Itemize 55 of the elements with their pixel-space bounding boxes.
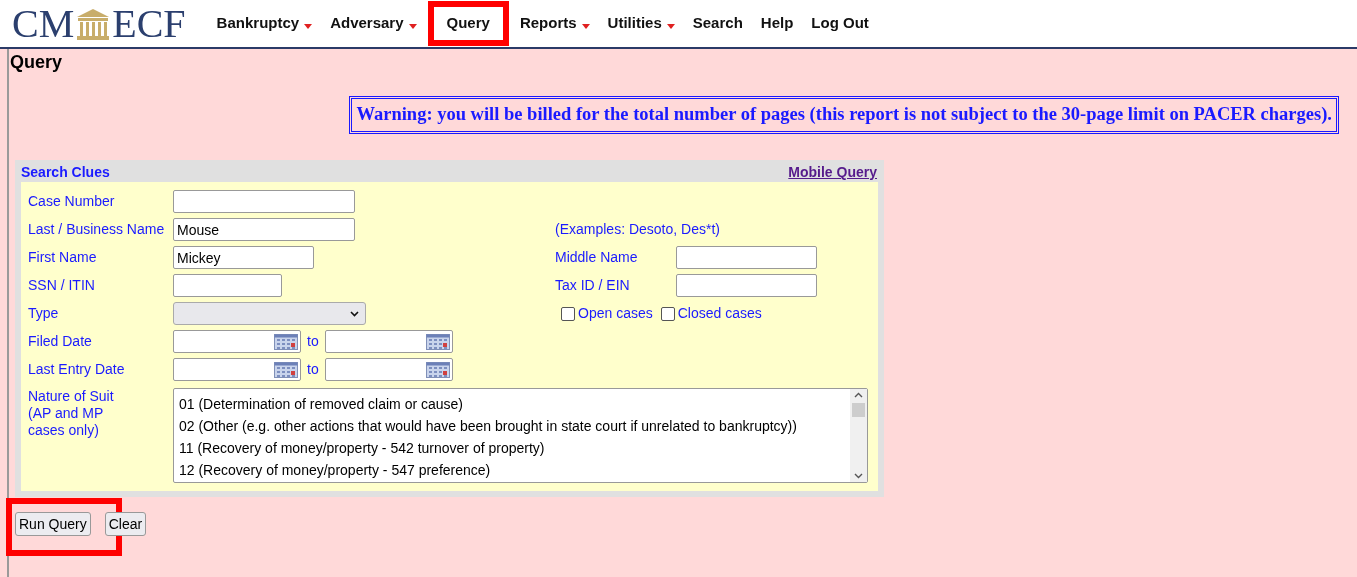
menu-item[interactable]: Bankruptcy	[207, 3, 322, 44]
page-title: Query	[9, 51, 63, 73]
suit-option[interactable]: 11 (Recovery of money/property - 542 turnover of property)	[179, 436, 545, 459]
menu-item[interactable]: Help	[751, 3, 803, 44]
menu-item[interactable]: Query	[429, 3, 507, 44]
type-select[interactable]	[173, 302, 366, 326]
text-field[interactable]: Mouse	[173, 218, 355, 242]
calendar-icon[interactable]	[274, 333, 298, 350]
field-label: Type	[28, 304, 60, 324]
menu-item[interactable]: Utilities	[598, 3, 684, 44]
date-field[interactable]	[173, 330, 301, 354]
field-label: Case Number	[28, 192, 116, 212]
calendar-icon[interactable]	[274, 361, 298, 378]
scrollbar[interactable]	[850, 388, 867, 482]
panel-title: Search Clues	[21, 163, 110, 183]
calendar-icon[interactable]	[425, 333, 450, 350]
scroll-up-icon[interactable]	[854, 391, 863, 398]
to-label: to	[307, 332, 319, 352]
form-button[interactable]: Clear	[104, 512, 147, 537]
field-label: Last / Business Name	[28, 220, 166, 240]
form-button[interactable]: Run Query	[15, 512, 91, 537]
suit-option[interactable]: 02 (Other (e.g. other actions that would have been brought in state court if unrelated to bankruptcy))	[179, 414, 797, 437]
scroll-thumb[interactable]	[852, 403, 865, 418]
mobile-query-link[interactable]: Mobile Query	[788, 162, 877, 184]
field-label: Filed Date	[28, 332, 93, 352]
example-hint: (Examples: Desoto, Des*t)	[555, 220, 720, 240]
scroll-down-icon[interactable]	[854, 472, 863, 479]
suit-option[interactable]: 01 (Determination of removed claim or cause)	[179, 392, 463, 415]
menu-item[interactable]: Adversary	[321, 3, 426, 44]
date-field[interactable]	[324, 358, 453, 382]
field-label: SSN / ITIN	[28, 276, 96, 296]
field-label: Last Entry Date	[28, 360, 126, 380]
to-label: to	[307, 360, 319, 380]
chevron-down-icon	[350, 310, 359, 317]
text-field[interactable]	[173, 274, 282, 298]
case-status-checkbox[interactable]: Closed cases	[660, 303, 762, 325]
text-field[interactable]	[173, 190, 355, 214]
menu-item[interactable]: Log Out	[802, 3, 878, 44]
menu-item[interactable]: Reports	[510, 3, 599, 44]
warning-banner: Warning: you will be billed for the total number of pages (this report is not subject to the 30-page limit on PACER charges).	[349, 96, 1339, 134]
text-field[interactable]	[676, 246, 817, 270]
text-field[interactable]: Mickey	[173, 246, 314, 270]
calendar-icon[interactable]	[425, 361, 450, 378]
cmecf-logo[interactable]: CM ECF	[12, 3, 186, 44]
field-label: Middle Name	[555, 248, 639, 268]
case-status-checkbox[interactable]: Open cases	[561, 303, 653, 325]
menu-item[interactable]: Search	[683, 3, 752, 44]
date-field[interactable]	[324, 330, 453, 354]
suit-option[interactable]: 12 (Recovery of money/property - 547 preference)	[179, 458, 491, 481]
nature-of-suit-label: Nature of Suit (AP and MP cases only)	[28, 387, 115, 440]
field-label: Tax ID / EIN	[555, 276, 631, 296]
date-field[interactable]	[173, 358, 301, 382]
text-field[interactable]	[676, 274, 817, 298]
field-label: First Name	[28, 248, 98, 268]
nature-of-suit-list[interactable]	[173, 387, 868, 483]
